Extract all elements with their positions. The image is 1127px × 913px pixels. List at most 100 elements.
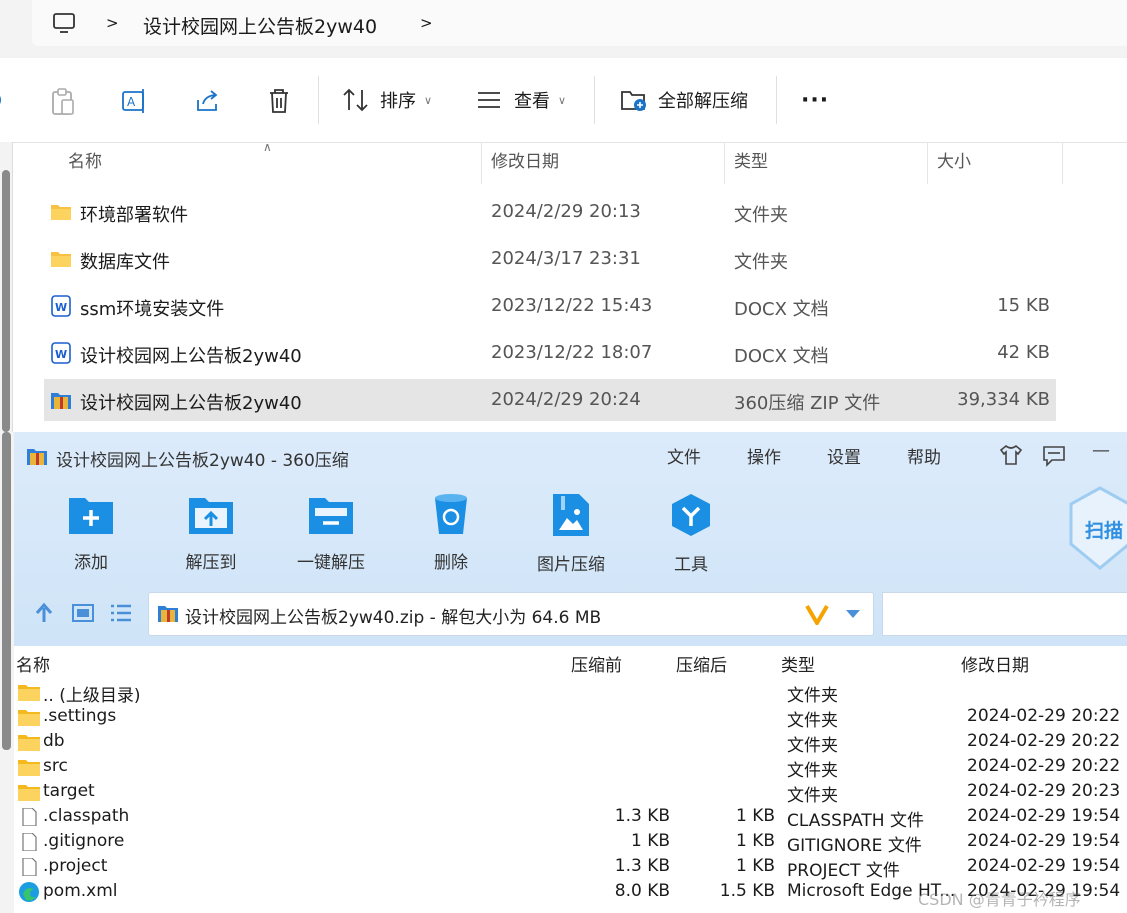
svg-text:W: W xyxy=(55,348,67,361)
scrollbar-thumb[interactable] xyxy=(2,432,11,750)
v-logo-icon[interactable] xyxy=(805,603,829,625)
folder-icon xyxy=(51,205,71,220)
extract-to-button[interactable]: 解压到 xyxy=(156,492,266,573)
file-size: 15 KB xyxy=(997,295,1050,316)
chevron-down-icon: ∨ xyxy=(424,93,433,107)
extract-folder-icon xyxy=(621,91,646,111)
toolbar-divider xyxy=(318,76,319,124)
docx-icon: W xyxy=(51,295,71,317)
recycle-bin-icon xyxy=(435,494,467,534)
search-input[interactable] xyxy=(882,592,1127,636)
entry-packed-size: 1.3 KB xyxy=(614,806,670,826)
entry-type: GITIGNORE 文件 xyxy=(787,836,922,856)
column-divider[interactable] xyxy=(481,142,482,184)
file-modified: 2023/12/22 15:43 xyxy=(491,295,653,316)
menu-operation[interactable]: 操作 xyxy=(747,443,781,468)
left-scrollbar[interactable] xyxy=(0,432,15,913)
rename-icon[interactable]: A xyxy=(121,88,149,114)
skin-shirt-icon[interactable] xyxy=(999,444,1023,466)
extract-all-button[interactable]: 全部解压缩 xyxy=(620,80,748,120)
column-header-packed[interactable]: 压缩前 xyxy=(571,651,622,676)
column-header-modified[interactable]: 修改日期 xyxy=(491,142,559,184)
entry-name: pom.xml xyxy=(43,881,118,901)
entry-modified: 2024-02-29 19:54 xyxy=(967,831,1121,851)
minimize-icon[interactable]: — xyxy=(1092,440,1110,461)
entry-packed-size: 1.3 KB xyxy=(614,856,670,876)
image-compress-button[interactable]: 图片压缩 xyxy=(516,492,626,575)
dropdown-arrow-icon[interactable] xyxy=(845,609,861,619)
one-click-extract-button[interactable]: 一键解压 xyxy=(276,492,386,573)
file-row-selected[interactable]: 设计校园网上公告板2yw40 2024/2/29 20:24 360压缩 ZIP… xyxy=(44,379,1056,421)
archive-entry[interactable]: target 文件夹 2024-02-29 20:23 xyxy=(14,780,1127,806)
entry-type: CLASSPATH 文件 xyxy=(787,811,924,831)
more-options-icon[interactable]: ··· xyxy=(801,80,829,120)
file-type: DOCX 文档 xyxy=(734,346,829,367)
file-size: 39,334 KB xyxy=(957,389,1050,410)
file-row[interactable]: 数据库文件 2024/3/17 23:31 文件夹 xyxy=(44,238,1056,280)
sort-icon xyxy=(343,88,368,112)
column-header-modified[interactable]: 修改日期 xyxy=(961,651,1029,676)
column-divider[interactable] xyxy=(724,142,725,184)
up-arrow-icon[interactable] xyxy=(34,602,54,624)
file-row[interactable]: W 设计校园网上公告板2yw40 2023/12/22 18:07 DOCX 文… xyxy=(44,332,1056,374)
one-click-extract-label: 一键解压 xyxy=(297,553,365,573)
entry-packed-size: 1 KB xyxy=(630,831,670,851)
file-row[interactable]: 环境部署软件 2024/2/29 20:13 文件夹 xyxy=(44,191,1056,233)
column-divider[interactable] xyxy=(1062,142,1063,184)
column-header-name[interactable]: 名称 xyxy=(16,651,50,676)
column-header-compressed[interactable]: 压缩后 xyxy=(676,651,727,676)
sort-label: 排序 xyxy=(380,91,416,112)
column-header-type[interactable]: 类型 xyxy=(781,651,815,676)
file-name: 环境部署软件 xyxy=(80,205,188,226)
archive-entry[interactable]: .. (上级目录) 文件夹 xyxy=(14,680,1127,706)
computer-icon[interactable] xyxy=(52,12,76,34)
share-icon[interactable] xyxy=(195,88,221,114)
column-header-size[interactable]: 大小 xyxy=(937,142,971,184)
add-folder-icon xyxy=(69,498,113,534)
sort-button[interactable]: 排序 ∨ xyxy=(342,80,432,120)
docx-icon: W xyxy=(51,342,71,364)
archive-entry[interactable]: db 文件夹 2024-02-29 20:22 xyxy=(14,730,1127,756)
file-explorer-window: > 设计校园网上公告板2yw40 > A 排序 ∨ 查看 ∨ 全部解压缩 ···… xyxy=(0,0,1127,432)
thumbnail-view-icon[interactable] xyxy=(72,604,94,622)
archive-entry[interactable]: .project 1.3 KB 1 KB PROJECT 文件 2024-02-… xyxy=(14,855,1127,881)
archive-path-field[interactable]: 设计校园网上公告板2yw40.zip - 解包大小为 64.6 MB xyxy=(148,592,874,636)
entry-name: .project xyxy=(43,856,108,876)
view-button[interactable]: 查看 ∨ xyxy=(476,80,566,120)
list-view-icon[interactable] xyxy=(110,604,132,622)
file-name: 数据库文件 xyxy=(80,252,170,273)
cut-icon[interactable] xyxy=(0,90,6,110)
scrollbar-thumb[interactable] xyxy=(2,170,10,432)
archive-entry[interactable]: .classpath 1.3 KB 1 KB CLASSPATH 文件 2024… xyxy=(14,805,1127,831)
menu-help[interactable]: 帮助 xyxy=(907,443,941,468)
extract-to-label: 解压到 xyxy=(185,553,237,573)
file-row[interactable]: W ssm环境安装文件 2023/12/22 15:43 DOCX 文档 15 … xyxy=(44,285,1056,327)
archive-entry[interactable]: .gitignore 1 KB 1 KB GITIGNORE 文件 2024-0… xyxy=(14,830,1127,856)
paste-icon[interactable] xyxy=(50,88,76,116)
add-label: 添加 xyxy=(74,553,108,573)
archive-entry[interactable]: src 文件夹 2024-02-29 20:22 xyxy=(14,755,1127,781)
delete-button[interactable]: 删除 xyxy=(396,492,506,573)
delete-icon[interactable] xyxy=(267,88,291,114)
file-icon xyxy=(22,808,37,826)
column-divider[interactable] xyxy=(927,142,928,184)
entry-modified: 2024-02-29 19:54 xyxy=(967,806,1121,826)
column-header-type[interactable]: 类型 xyxy=(734,142,768,184)
menu-file[interactable]: 文件 xyxy=(667,443,701,468)
scan-button[interactable]: 扫描 xyxy=(1069,486,1127,572)
chevron-right-icon[interactable]: > xyxy=(106,14,119,32)
entry-name: .gitignore xyxy=(43,831,125,851)
add-button[interactable]: 添加 xyxy=(36,492,146,573)
archive-entry[interactable]: .settings 文件夹 2024-02-29 20:22 xyxy=(14,705,1127,731)
entry-name: .classpath xyxy=(43,806,130,826)
column-header-name[interactable]: 名称 xyxy=(68,142,102,184)
navigation-pane-scrollbar[interactable] xyxy=(0,142,13,432)
entry-type: PROJECT 文件 xyxy=(787,861,900,881)
file-icon xyxy=(22,858,37,876)
chevron-right-icon[interactable]: > xyxy=(420,14,433,32)
breadcrumb-current-folder[interactable]: 设计校园网上公告板2yw40 xyxy=(143,12,377,39)
tools-button[interactable]: 工具 xyxy=(636,492,746,575)
feedback-icon[interactable] xyxy=(1042,445,1066,467)
menu-settings[interactable]: 设置 xyxy=(827,443,861,468)
file-modified: 2024/2/29 20:24 xyxy=(491,389,641,410)
